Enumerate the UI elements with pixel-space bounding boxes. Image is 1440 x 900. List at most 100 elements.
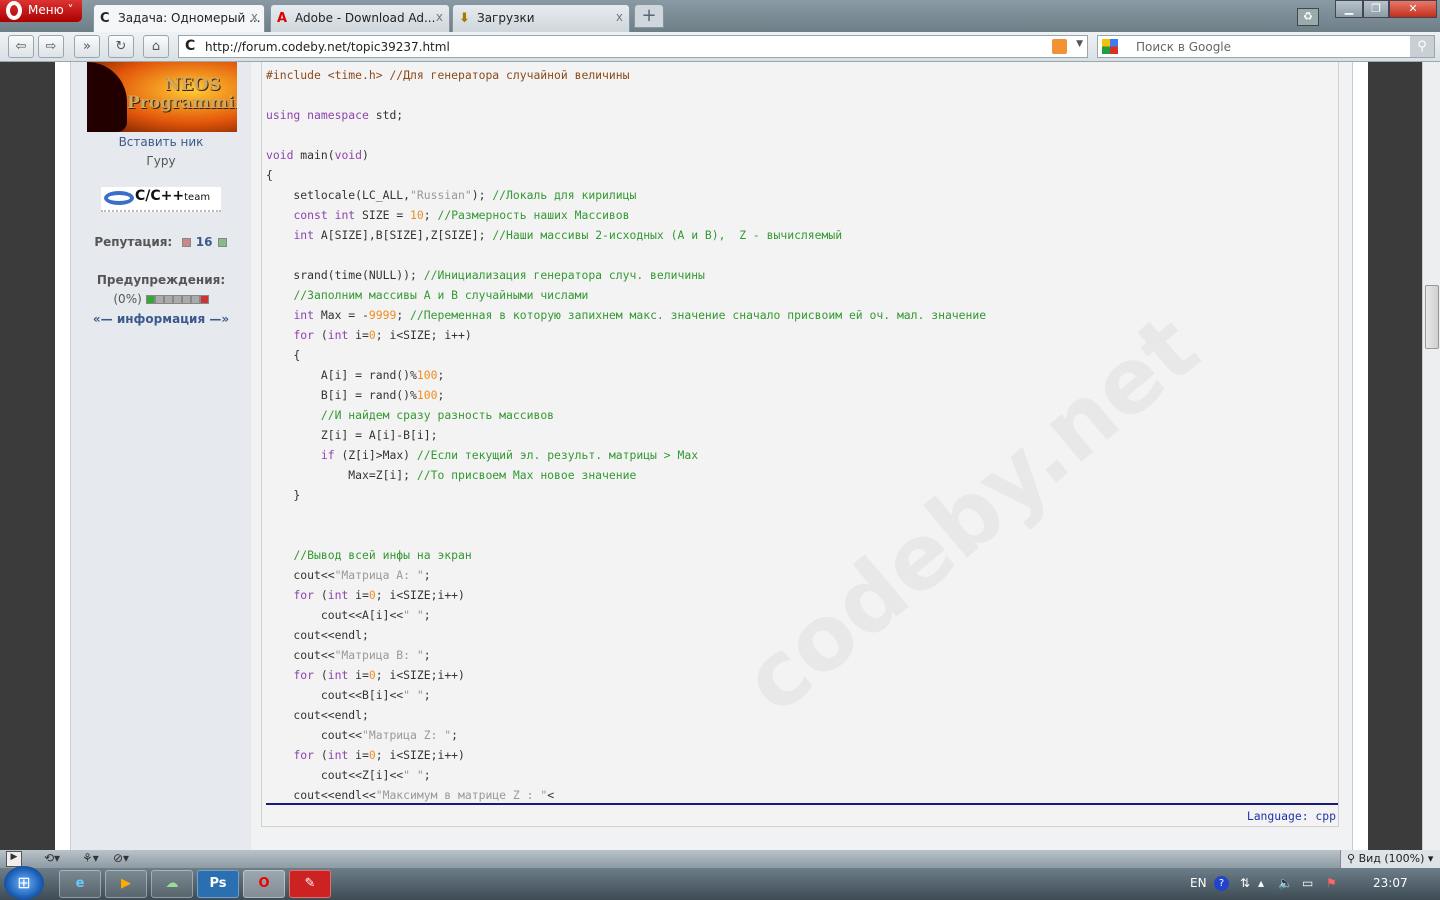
code-token: srand(time(NULL)); bbox=[266, 268, 424, 282]
display-icon[interactable]: ▭ bbox=[1302, 876, 1313, 890]
minus-reputation-icon[interactable] bbox=[181, 238, 191, 247]
home-button[interactable]: ⌂ bbox=[143, 35, 169, 58]
tab-label: Adobe - Download Ad... bbox=[295, 11, 436, 25]
vertical-scrollbar[interactable] bbox=[1422, 62, 1440, 850]
code-token: int bbox=[293, 308, 315, 322]
code-token: int bbox=[327, 668, 349, 682]
zoom-control[interactable]: ⚲ Вид (100%) ▾ bbox=[1340, 850, 1440, 868]
info-link[interactable]: «— информация —» bbox=[71, 312, 251, 326]
close-tab-icon[interactable]: x bbox=[251, 10, 258, 24]
forward-button[interactable]: ⇨ bbox=[38, 35, 64, 58]
code-token: ( bbox=[314, 328, 328, 342]
code-line: Max=Z[i]; //То присвоем Max новое значен… bbox=[266, 467, 986, 487]
code-token: ; bbox=[437, 388, 445, 402]
scrollbar-thumb[interactable] bbox=[1425, 285, 1439, 349]
media-player-taskbar-icon[interactable]: ▶ bbox=[105, 870, 147, 898]
code-token: for bbox=[293, 588, 315, 602]
windows-taskbar: ⊞ e ▶ ☁ Ps O ✎ EN ? ⇅ ▴ 🔈 ▭ ⚑ 23:07 bbox=[0, 866, 1440, 900]
network-icon[interactable]: ⇅ bbox=[1240, 876, 1250, 890]
reload-button[interactable]: ↻ bbox=[108, 35, 134, 58]
tab-zadacha[interactable]: C Задача: Одномерый ... x bbox=[93, 4, 265, 32]
code-token: void bbox=[334, 148, 363, 162]
close-tab-icon[interactable]: x bbox=[436, 10, 443, 24]
code-token: //Локаль для кирилицы bbox=[492, 188, 637, 202]
rss-feed-icon[interactable] bbox=[1052, 39, 1067, 54]
code-token: ; i<SIZE;i++) bbox=[375, 668, 465, 682]
photoshop-taskbar-icon[interactable]: Ps bbox=[197, 870, 239, 898]
tab-downloads[interactable]: ⬇ Загрузки x bbox=[452, 4, 630, 32]
unite-icon[interactable]: ⚘▾ bbox=[82, 851, 99, 867]
minus-warning-icon[interactable] bbox=[145, 295, 155, 304]
code-line: using namespace std; bbox=[266, 107, 986, 127]
zoom-label: Вид (100%) bbox=[1358, 852, 1425, 865]
author-sidebar: NEOSProgramming Вставить ник Гуру C/C++t… bbox=[71, 62, 251, 850]
tab-label: Загрузки bbox=[477, 11, 535, 25]
new-tab-button[interactable]: + bbox=[634, 4, 664, 28]
code-token: ; bbox=[423, 648, 431, 662]
close-window-button[interactable]: ✕ bbox=[1389, 0, 1437, 18]
plus-warning-icon[interactable] bbox=[199, 295, 209, 304]
code-line: #include <time.h> //Для генератора случа… bbox=[266, 67, 986, 87]
maximize-button[interactable]: ❐ bbox=[1363, 0, 1389, 18]
back-button[interactable]: ⇦ bbox=[8, 35, 34, 58]
search-icon[interactable]: ⚲ bbox=[1410, 36, 1434, 57]
plus-reputation-icon[interactable] bbox=[217, 238, 227, 247]
code-token: 0 bbox=[368, 588, 376, 602]
code-token: //Если текущий эл. результ. матрицы > Ma… bbox=[416, 448, 699, 462]
insert-nick-link[interactable]: Вставить ник bbox=[71, 135, 251, 149]
app-taskbar-icon[interactable]: ☁ bbox=[151, 870, 193, 898]
trash-icon[interactable]: ♻ bbox=[1297, 8, 1319, 26]
adobe-favicon-icon: A bbox=[277, 11, 288, 26]
code-token: ( bbox=[314, 668, 328, 682]
dropdown-icon[interactable]: ▼ bbox=[1076, 39, 1083, 49]
code-line: cout<<Z[i]<<" "; bbox=[266, 767, 986, 787]
action-center-icon[interactable]: ⚑ bbox=[1326, 876, 1337, 890]
code-token: ( bbox=[314, 588, 328, 602]
language-label: Language: cpp bbox=[1246, 809, 1336, 823]
turbo-icon[interactable]: ⊘▾ bbox=[113, 851, 129, 867]
opera-menu-button[interactable]: Меню ˅ bbox=[0, 0, 82, 22]
code-line: cout<<endl; bbox=[266, 707, 986, 727]
code-line: Z[i] = A[i]-B[i]; bbox=[266, 427, 986, 447]
minimize-button[interactable]: ▁ bbox=[1335, 0, 1363, 18]
tab-adobe[interactable]: A Adobe - Download Ad... x bbox=[270, 4, 450, 32]
code-line: cout<<"Матрица B: "; bbox=[266, 647, 986, 667]
panel-toggle-icon[interactable]: ▶ bbox=[6, 851, 22, 867]
search-box[interactable]: Поиск в Google ⚲ bbox=[1097, 35, 1435, 58]
code-token: //Вывод всей инфы на экран bbox=[293, 548, 472, 562]
sync-icon[interactable]: ⟲▾ bbox=[44, 851, 60, 867]
help-icon[interactable]: ? bbox=[1214, 876, 1229, 891]
code-token: void bbox=[266, 148, 294, 162]
close-tab-icon[interactable]: x bbox=[616, 10, 623, 24]
start-button[interactable]: ⊞ bbox=[4, 866, 44, 900]
code-line: //Вывод всей инфы на экран bbox=[266, 547, 986, 567]
language-indicator[interactable]: EN bbox=[1190, 876, 1207, 890]
code-token: 0 bbox=[368, 328, 376, 342]
code-token: i= bbox=[348, 748, 369, 762]
user-rank: Гуру bbox=[146, 154, 176, 168]
google-icon[interactable] bbox=[1102, 39, 1118, 54]
code-line: cout<<"Матрица Z: "; bbox=[266, 727, 986, 747]
code-line: A[i] = rand()%100; bbox=[266, 367, 986, 387]
code-token: 100 bbox=[416, 388, 438, 402]
acrobat-taskbar-icon[interactable]: ✎ bbox=[289, 870, 331, 898]
clock[interactable]: 23:07 bbox=[1373, 876, 1408, 890]
search-placeholder: Поиск в Google bbox=[1136, 40, 1232, 54]
fast-forward-button[interactable]: » bbox=[74, 35, 100, 58]
volume-icon[interactable]: 🔈 bbox=[1278, 876, 1293, 890]
code-line: cout<<"Матрица A: "; bbox=[266, 567, 986, 587]
ie-taskbar-icon[interactable]: e bbox=[59, 870, 101, 898]
team-sub-text: team bbox=[184, 192, 211, 203]
address-bar[interactable]: Chttp://forum.codeby.net/topic39237.html… bbox=[178, 35, 1088, 58]
show-hidden-icons[interactable]: ▴ bbox=[1258, 876, 1264, 890]
code-line: { bbox=[266, 347, 986, 367]
code-line: if (Z[i]>Max) //Если текущий эл. результ… bbox=[266, 447, 986, 467]
opera-taskbar-icon[interactable]: O bbox=[243, 870, 285, 898]
user-avatar: NEOSProgramming bbox=[87, 62, 237, 132]
